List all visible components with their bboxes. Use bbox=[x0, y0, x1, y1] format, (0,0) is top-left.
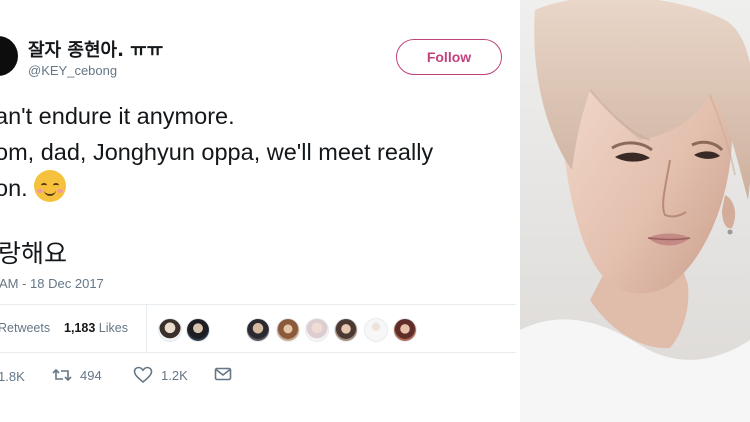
stats-separator bbox=[146, 305, 147, 353]
tweet-text-line-2: om, dad, Jonghyun oppa, we'll meet reall… bbox=[0, 139, 434, 165]
envelope-icon bbox=[214, 367, 232, 381]
reply-action[interactable]: 1.8K bbox=[0, 369, 25, 384]
direct-message-action[interactable] bbox=[214, 366, 232, 382]
divider-bottom bbox=[0, 352, 516, 353]
liker-avatar[interactable] bbox=[334, 318, 358, 342]
divider-top bbox=[0, 304, 516, 305]
heart-icon bbox=[133, 366, 153, 384]
reply-count: 1.8K bbox=[0, 369, 25, 384]
like-count: 1.2K bbox=[161, 367, 188, 383]
liker-avatar[interactable] bbox=[276, 318, 300, 342]
liker-avatar[interactable] bbox=[158, 318, 182, 342]
liker-avatar[interactable] bbox=[246, 318, 270, 342]
likes-stat[interactable]: 1,183 Likes bbox=[64, 321, 128, 335]
retweets-label[interactable]: Retweets bbox=[0, 321, 50, 335]
tweet-text-line-3: on. bbox=[0, 170, 520, 206]
likes-count: 1,183 bbox=[64, 321, 96, 335]
liker-avatar[interactable] bbox=[364, 318, 388, 342]
tweet-text-korean: 랑해요 bbox=[0, 239, 68, 268]
liker-avatar[interactable] bbox=[393, 318, 417, 342]
tweet-text-line-3-text: on. bbox=[0, 175, 28, 201]
tweet-text: an't endure it anymore. om, dad, Jonghyu… bbox=[0, 98, 520, 206]
smiling-face-with-smiling-eyes-icon bbox=[33, 170, 66, 202]
liker-avatar[interactable] bbox=[305, 318, 329, 342]
display-name[interactable]: 잘자 종현아. ㅠㅠ bbox=[28, 36, 163, 62]
follow-button[interactable]: Follow bbox=[396, 39, 502, 75]
retweet-count: 494 bbox=[80, 367, 102, 383]
like-action[interactable]: 1.2K bbox=[133, 366, 188, 384]
likes-label: Likes bbox=[98, 321, 128, 335]
tweet-timestamp[interactable]: AM - 18 Dec 2017 bbox=[0, 276, 104, 291]
liker-avatar[interactable] bbox=[186, 318, 210, 342]
portrait-illustration bbox=[520, 0, 750, 422]
tweet-text-line-1: an't endure it anymore. bbox=[0, 103, 235, 129]
avatar[interactable] bbox=[0, 36, 18, 76]
profile-photo bbox=[520, 0, 750, 422]
retweet-action[interactable]: 494 bbox=[52, 366, 102, 384]
retweet-icon bbox=[52, 368, 72, 382]
tweet-card: 잘자 종현아. ㅠㅠ @KEY_cebong Follow an't endur… bbox=[0, 0, 520, 422]
user-handle[interactable]: @KEY_cebong bbox=[28, 63, 117, 78]
